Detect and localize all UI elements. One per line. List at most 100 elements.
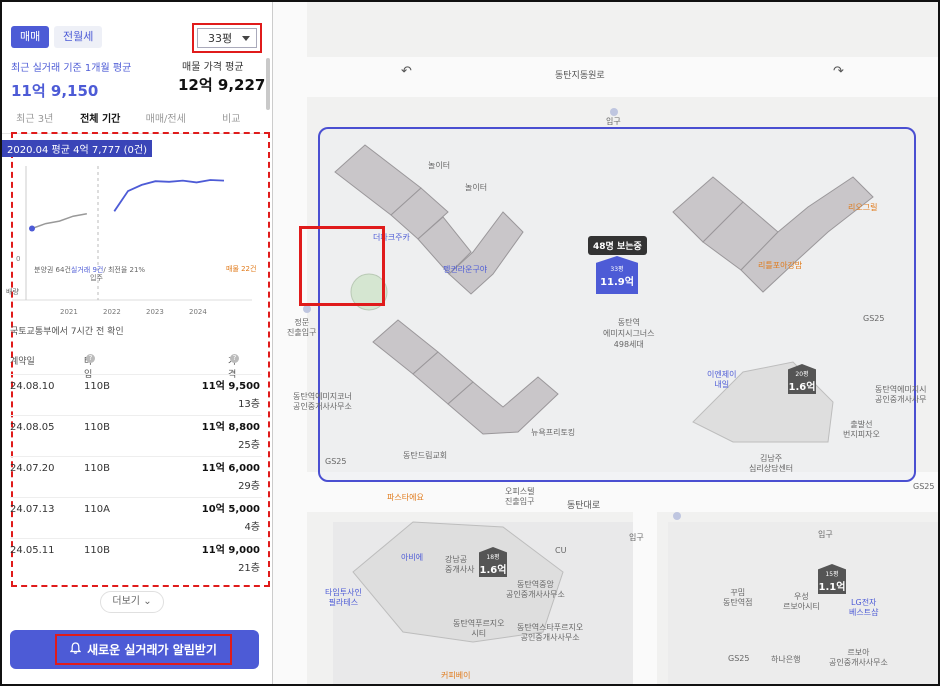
selected-marker-highlight xyxy=(299,226,385,306)
viewer-tooltip: 48명 보는중 xyxy=(588,236,647,255)
price-panel: 매매 전월세 33평 최근 실거래 기준 1개월 평균 11억 9,150 매물… xyxy=(2,2,272,684)
x-tick-label: 2024 xyxy=(189,308,207,316)
chevron-down-icon xyxy=(242,35,250,41)
row-floor: 4층 xyxy=(244,522,260,533)
entrance-label: 입구 xyxy=(629,533,644,542)
updated-note: 국토교통부에서 7시간 전 확인 xyxy=(10,327,124,337)
bell-icon xyxy=(69,642,82,657)
price-marker[interactable]: 18평 1.6억 xyxy=(479,547,507,577)
table-row[interactable]: 24.05.11 110B 11억 9,000 21층 xyxy=(10,538,262,578)
y-tick-label: 0 xyxy=(16,255,20,263)
table-row[interactable]: 24.08.10 110B 11억 9,500 13층 xyxy=(10,374,262,414)
recent-avg-label: 최근 실거래 기준 1개월 평균 xyxy=(11,63,132,74)
poi-label: GS25 xyxy=(728,654,750,663)
poi-label: 동탄역에미지코너 공인중개사사무소 xyxy=(293,392,352,411)
asking-avg-value: 12억 9,227 xyxy=(178,76,266,94)
row-floor: 29층 xyxy=(238,481,260,492)
poi-label: 타임투사인 필라테스 xyxy=(325,588,362,607)
chart-note-label: 분양권 64건실거래 9건/ 최전율 21% xyxy=(34,265,145,274)
road-label: 동탄대로 xyxy=(567,501,601,511)
poi-label: 르보아 공인중개사사무소 xyxy=(829,648,888,667)
row-price: 11억 9,500 xyxy=(201,381,260,392)
price-chart[interactable]: 0 2021 2022 2023 2024 분양권 64건실거래 9건/ 최전율 21%… xyxy=(2,158,264,318)
row-price: 11억 8,800 xyxy=(201,422,260,433)
chart-side-label: 배량 xyxy=(6,287,19,296)
help-icon: ? xyxy=(86,354,95,363)
poi-label: 커피베이 xyxy=(441,671,471,680)
poi-label: 펭귄라운구야 xyxy=(443,265,488,274)
selected-price-marker[interactable]: 33평 11.9억 xyxy=(596,256,638,294)
tab-all-period[interactable]: 전체 기간 xyxy=(68,108,134,133)
poi-label: CU xyxy=(555,546,567,555)
chevron-down-icon: ⌄ xyxy=(143,596,152,607)
row-date: 24.08.10 xyxy=(10,381,55,392)
row-floor: 25층 xyxy=(238,440,260,451)
tab-compare[interactable]: 비교 xyxy=(199,108,265,133)
alert-label: 새로운 실거래가 알림받기 xyxy=(87,643,217,657)
col-date: 계약일 xyxy=(10,357,35,367)
poi-label: 동탄역중앙 공인중개사사무소 xyxy=(506,580,565,599)
table-row[interactable]: 24.08.05 110B 11억 8,800 25층 xyxy=(10,415,262,455)
tab-sale-lease[interactable]: 매매/전세 xyxy=(133,108,199,133)
poi-label: 꾸밈 동탄역점 xyxy=(723,588,753,607)
entrance-label: 입구 xyxy=(818,530,833,539)
row-type: 110B xyxy=(84,463,110,474)
move-in-label: 입주 xyxy=(90,274,103,282)
asking-count-label: 매물 22건 xyxy=(226,264,256,273)
row-date: 24.08.05 xyxy=(10,422,55,433)
row-date: 24.05.11 xyxy=(10,545,55,556)
tab-sale[interactable]: 매매 xyxy=(11,26,50,48)
tab-lease[interactable]: 전월세 xyxy=(54,26,103,48)
x-tick-label: 2022 xyxy=(103,308,121,316)
price-marker[interactable]: 20평 1.6억 xyxy=(788,364,816,394)
row-date: 24.07.13 xyxy=(10,504,55,515)
more-button[interactable]: 더보기 ⌄ xyxy=(100,591,164,613)
poi-label: 동탄역에미지시 공인중개사사무 xyxy=(875,385,927,404)
tab-recent-3y[interactable]: 최근 3년 xyxy=(2,108,68,133)
row-floor: 21층 xyxy=(238,563,260,574)
row-price: 10억 5,000 xyxy=(201,504,260,515)
playground-label: 놀이터 xyxy=(428,161,451,170)
row-type: 110B xyxy=(84,422,110,433)
poi-label: GS25 xyxy=(913,482,935,491)
pyeong-select[interactable]: 33평 xyxy=(192,23,262,53)
series-line xyxy=(113,179,225,212)
location-pin-icon xyxy=(673,512,681,520)
poi-label: 아비에 xyxy=(401,553,424,562)
poi-label: 파스타에요 xyxy=(387,493,424,502)
poi-label: 이엔제이 내일 xyxy=(707,370,737,389)
poi-label: 리틀포아강밥 xyxy=(758,261,803,270)
poi-label: 동탄드림교회 xyxy=(403,451,448,460)
period-tabs: 최근 3년 전체 기간 매매/전세 비교 xyxy=(2,108,264,134)
location-pin-icon xyxy=(610,108,618,116)
table-row[interactable]: 24.07.13 110A 10억 5,000 4층 xyxy=(10,497,262,537)
poi-label: 출발선 번지피자오 xyxy=(843,420,880,439)
panel-scrollbar[interactable] xyxy=(266,58,270,110)
location-pin-icon xyxy=(303,305,311,313)
poi-label: 뉴욕프리토킹 xyxy=(531,428,576,437)
row-date: 24.07.20 xyxy=(10,463,55,474)
playground-label: 놀이터 xyxy=(465,183,488,192)
row-price: 11억 6,000 xyxy=(201,463,260,474)
complex-name-label: 동탄역 에미지시그너스 498세대 xyxy=(603,318,655,349)
pyeong-value: 33평 xyxy=(208,32,233,45)
asking-avg-label: 매물 가격 평균 xyxy=(182,62,244,73)
map-view[interactable]: ↶ ↷ 동탄지동원로 입구 놀이터 놀이터 더파크주카 펭귄라운구야 리오그릴 … xyxy=(272,2,938,684)
recent-avg-value: 11억 9,150 xyxy=(11,82,99,100)
row-type: 110B xyxy=(84,381,110,392)
poi-label: 강남공 중개사사 xyxy=(445,555,475,574)
poi-label: GS25 xyxy=(325,457,347,466)
poi-label: 리오그릴 xyxy=(848,203,878,212)
poi-label: 오피스텔 진출입구 xyxy=(505,487,535,506)
help-icon: ? xyxy=(230,354,239,363)
price-marker[interactable]: 15평 1.1억 xyxy=(818,564,846,594)
table-row[interactable]: 24.07.20 110B 11억 6,000 29층 xyxy=(10,456,262,496)
alert-button[interactable]: 새로운 실거래가 알림받기 xyxy=(10,630,259,669)
row-price: 11억 9,000 xyxy=(201,545,260,556)
chart-hover-badge: 2020.04 평균 4억 7,777 (0건) xyxy=(2,140,153,157)
poi-label: 정문 진출입구 xyxy=(287,318,317,337)
poi-label: 동탄역스타푸르지오 공인중개사사무소 xyxy=(517,623,584,642)
row-floor: 13층 xyxy=(238,399,260,410)
poi-label: 동탄역푸르지오 시티 xyxy=(453,619,505,638)
poi-label: LG전자 베스트샵 xyxy=(849,598,879,617)
